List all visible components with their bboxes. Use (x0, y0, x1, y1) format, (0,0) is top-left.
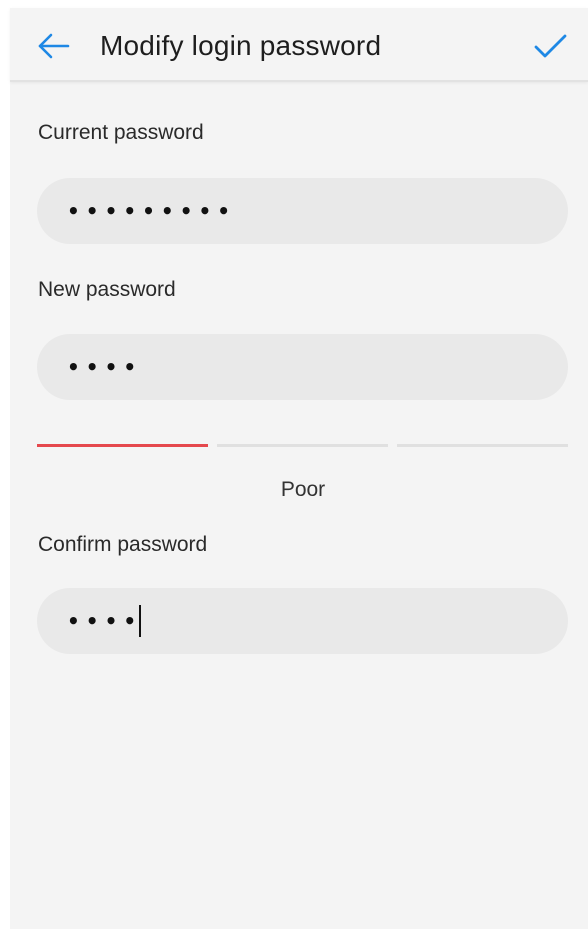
text-cursor (139, 605, 142, 637)
left-edge (0, 0, 10, 929)
strength-segment-2 (217, 444, 388, 447)
app-bar: Modify login password (10, 8, 588, 82)
new-password-label: New password (38, 278, 176, 301)
status-strip (0, 0, 588, 8)
strength-segment-1 (37, 444, 208, 447)
page-title: Modify login password (100, 30, 382, 61)
current-password-field[interactable]: ••••••••• (37, 178, 568, 244)
modify-password-screen: Modify login password Current password •… (0, 0, 588, 929)
checkmark-icon (534, 34, 567, 58)
confirm-password-value: •••• (67, 609, 143, 633)
new-password-value: •••• (67, 355, 143, 379)
password-strength-meter (37, 444, 568, 448)
confirm-password-field[interactable]: •••• (37, 588, 568, 654)
current-password-label: Current password (38, 121, 204, 144)
new-password-field[interactable]: •••• (37, 334, 568, 400)
current-password-value: ••••••••• (67, 199, 237, 223)
strength-segment-3 (397, 444, 568, 447)
arrow-left-icon (38, 33, 70, 59)
confirm-button[interactable] (532, 28, 568, 64)
password-strength-label: Poor (280, 478, 326, 501)
confirm-password-label: Confirm password (38, 533, 208, 556)
back-button[interactable] (36, 28, 72, 64)
